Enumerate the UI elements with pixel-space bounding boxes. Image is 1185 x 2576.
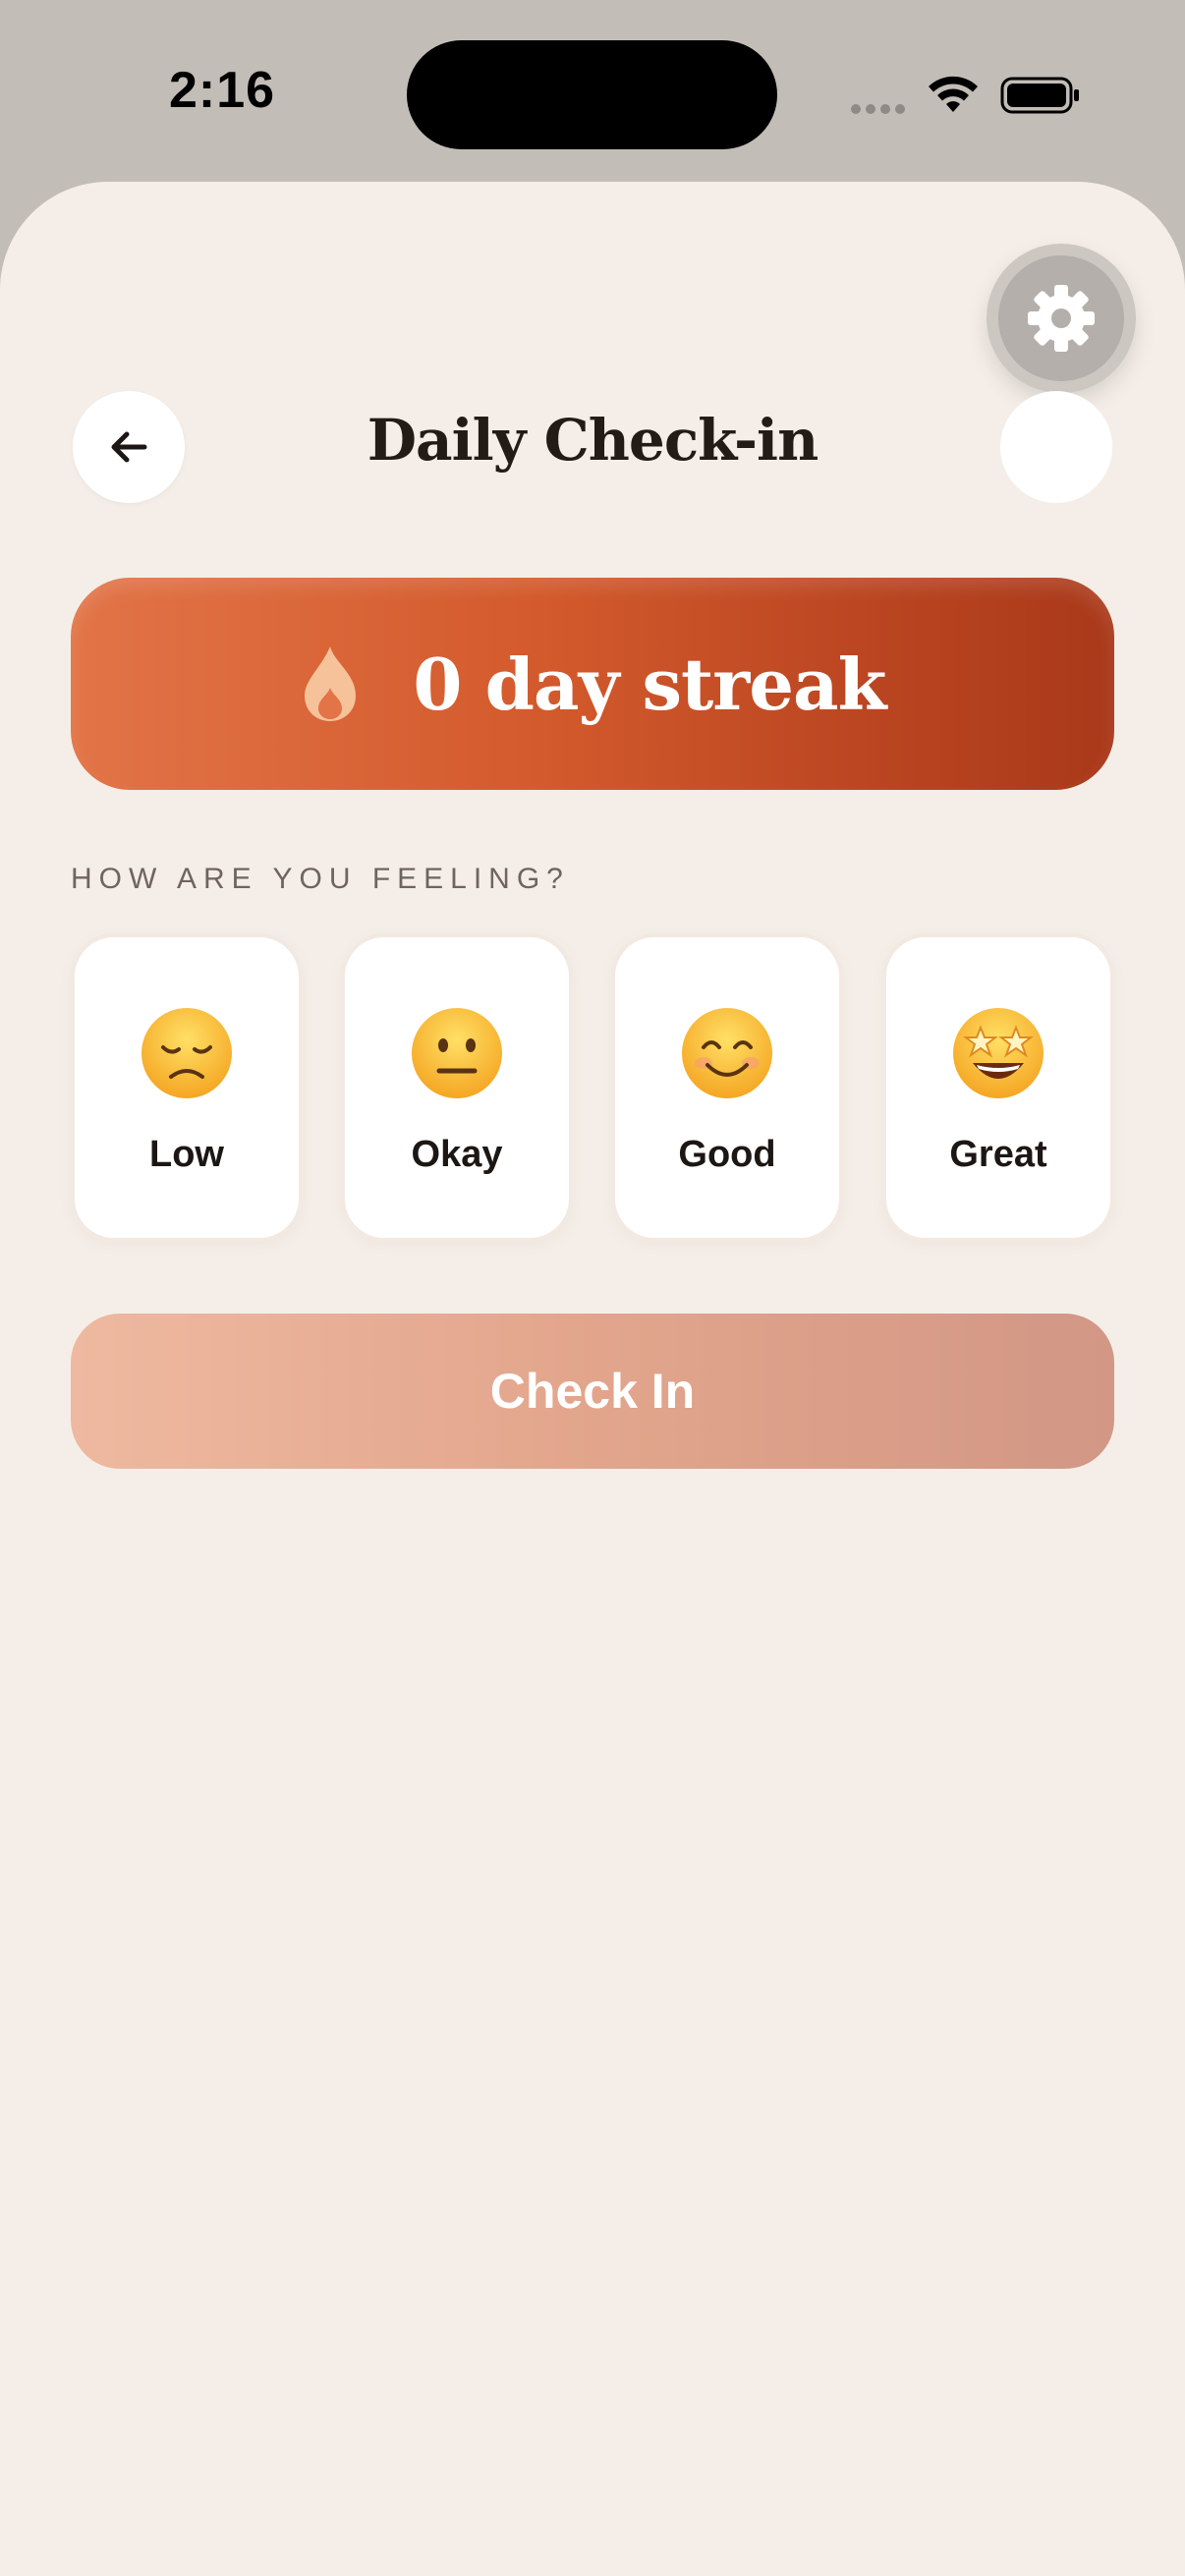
mood-label-great: Great — [949, 1134, 1047, 1175]
mood-section-label: HOW ARE YOU FEELING? — [71, 863, 570, 895]
flame-icon — [305, 646, 357, 721]
disappointed-face-icon — [141, 1008, 232, 1098]
status-bar: 2:16 — [0, 0, 1185, 182]
battery-icon — [1000, 77, 1079, 114]
neutral-face-icon — [412, 1008, 502, 1098]
status-time: 2:16 — [169, 62, 276, 119]
star-struck-face-icon — [953, 1008, 1044, 1098]
mood-option-good[interactable]: Good — [611, 933, 843, 1242]
mood-option-low[interactable]: Low — [71, 933, 303, 1242]
mood-label-okay: Okay — [411, 1134, 503, 1175]
gear-icon — [1028, 285, 1095, 352]
check-in-button[interactable]: Check In — [71, 1314, 1114, 1469]
mood-label-low: Low — [149, 1134, 224, 1175]
wifi-icon — [929, 76, 978, 112]
streak-banner: 0 day streak — [71, 578, 1114, 790]
mood-label-good: Good — [678, 1134, 776, 1175]
smiling-face-icon — [682, 1008, 772, 1098]
mood-options: Low Okay Good Great — [71, 933, 1114, 1242]
header: Daily Check-in — [0, 391, 1185, 505]
streak-text: 0 day streak — [413, 642, 886, 726]
settings-button[interactable] — [987, 244, 1136, 393]
dynamic-island — [407, 40, 777, 149]
mood-option-great[interactable]: Great — [882, 933, 1114, 1242]
header-placeholder-button[interactable] — [1000, 391, 1112, 503]
mood-option-okay[interactable]: Okay — [341, 933, 573, 1242]
cellular-signal-icon — [851, 104, 905, 114]
